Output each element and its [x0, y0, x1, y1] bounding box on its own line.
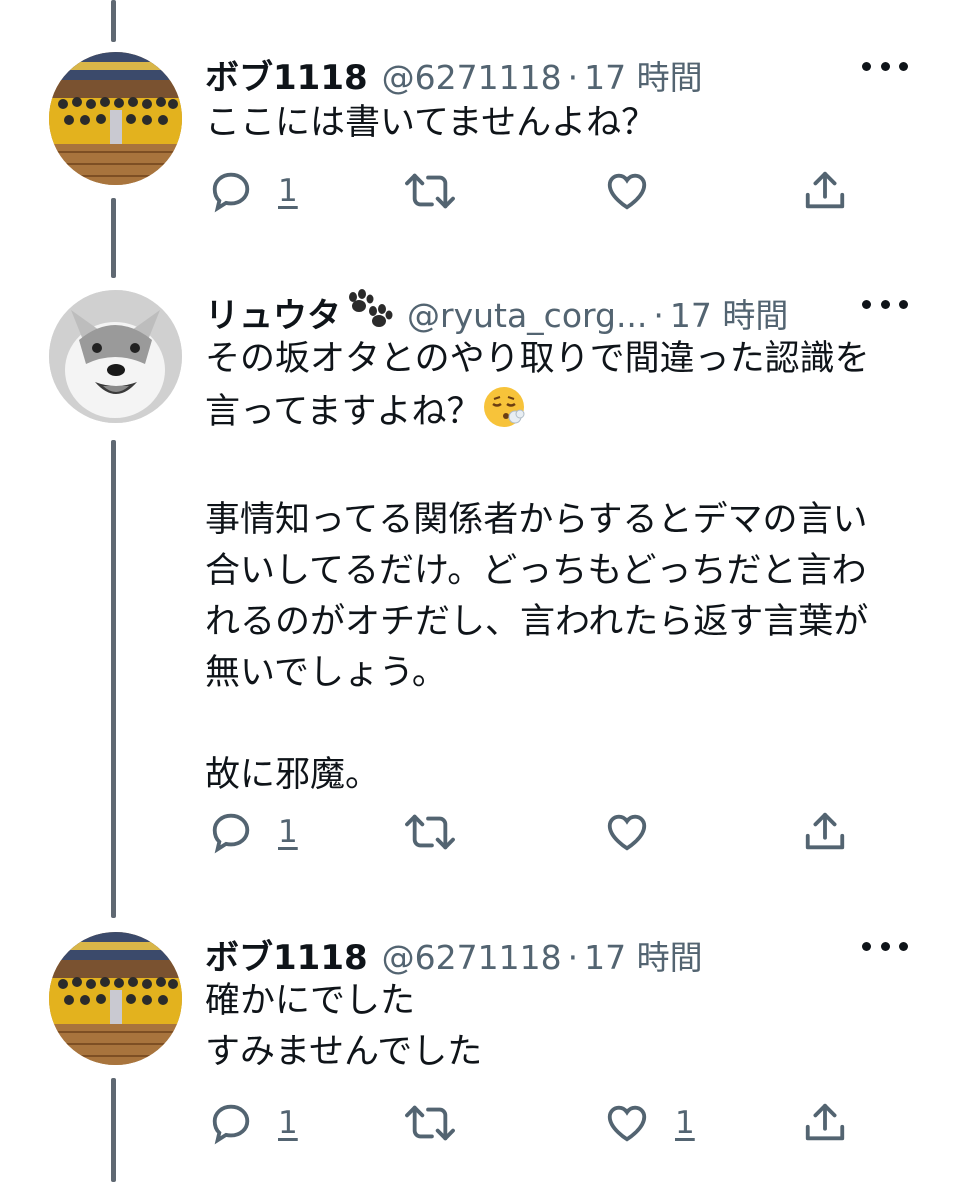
- separator-dot: ·: [567, 938, 579, 977]
- share-button[interactable]: [802, 168, 848, 214]
- action-bar: 1: [0, 809, 959, 859]
- retweet-button[interactable]: [403, 168, 457, 214]
- display-name[interactable]: リュウタ: [205, 288, 341, 337]
- tweet-text-paragraph: 事情知ってる関係者からするとデマの言い 合いしてるだけ。どっちもどっちだと言わ …: [205, 500, 869, 693]
- reply-button[interactable]: 1: [208, 809, 298, 855]
- separator-dot: ·: [653, 296, 664, 335]
- retweet-button[interactable]: [403, 1100, 457, 1146]
- more-icon[interactable]: [862, 56, 908, 76]
- timestamp[interactable]: 17 時間: [670, 289, 788, 337]
- action-bar: 1 1: [0, 1100, 959, 1150]
- user-handle[interactable]: @6271118: [382, 58, 562, 97]
- avatar[interactable]: [49, 290, 182, 423]
- timestamp[interactable]: 17 時間: [584, 51, 702, 99]
- share-button[interactable]: [802, 1100, 848, 1146]
- reply-count: 1: [278, 1105, 298, 1141]
- paw-emoji: [345, 289, 393, 331]
- retweet-icon: [405, 1105, 455, 1141]
- share-icon: [805, 171, 845, 209]
- share-icon: [805, 812, 845, 850]
- tweet-text-part: その坂オタとのやり取りで間違った認識を 言ってますよね？: [205, 339, 870, 432]
- tweet[interactable]: ボブ1118 @6271118 · 17 時間 ここには書いてませんよね？ 1: [0, 50, 959, 230]
- display-name[interactable]: ボブ1118: [205, 930, 368, 979]
- avatar[interactable]: [49, 52, 182, 185]
- like-icon: [607, 1105, 647, 1142]
- tweet-text-paragraph: 故に邪魔。: [205, 755, 381, 795]
- relieved-sweat-emoji: [482, 385, 526, 444]
- share-icon: [805, 1103, 845, 1141]
- separator-dot: ·: [567, 58, 579, 97]
- tweet-text: その坂オタとのやり取りで間違った認識を 言ってますよね？ 事情知ってる関係者から…: [205, 334, 870, 801]
- more-icon[interactable]: [862, 294, 908, 314]
- thread-line-top: [111, 0, 116, 42]
- reply-icon: [212, 1104, 250, 1145]
- tweet-text-spacer: [205, 699, 870, 750]
- reply-button[interactable]: 1: [208, 168, 298, 214]
- display-name[interactable]: ボブ1118: [205, 50, 368, 99]
- tweet-text: ここには書いてませんよね？: [205, 98, 656, 149]
- avatar[interactable]: [49, 932, 182, 1065]
- like-button[interactable]: 1: [603, 1100, 695, 1146]
- like-button[interactable]: [603, 809, 651, 855]
- user-handle[interactable]: @6271118: [382, 938, 562, 977]
- tweet-text-spacer: [205, 444, 870, 495]
- tweet-header: ボブ1118 @6271118 · 17 時間: [205, 930, 703, 978]
- retweet-icon: [405, 814, 455, 850]
- tweet-header: ボブ1118 @6271118 · 17 時間: [205, 50, 703, 98]
- like-icon: [607, 814, 647, 851]
- retweet-icon: [405, 173, 455, 209]
- like-count: 1: [675, 1105, 695, 1141]
- tweet-text: 確かにでした すみませんでした: [205, 976, 482, 1078]
- tweet-header: リュウタ @ryuta_corg... · 17 時間: [205, 288, 788, 336]
- share-button[interactable]: [802, 809, 848, 855]
- tweet-text-line: 確かにでした すみませんでした: [205, 981, 483, 1072]
- reply-count: 1: [278, 814, 298, 850]
- like-icon: [607, 173, 647, 210]
- timestamp[interactable]: 17 時間: [584, 931, 702, 979]
- reply-icon: [212, 172, 250, 213]
- tweet[interactable]: ボブ1118 @6271118 · 17 時間 確かにでした すみませんでした …: [0, 930, 959, 1182]
- tweet[interactable]: リュウタ @ryuta_corg... · 17 時間 その坂オタとのやり取りで…: [0, 288, 959, 868]
- user-handle[interactable]: @ryuta_corg...: [407, 296, 647, 335]
- reply-count: 1: [278, 173, 298, 209]
- action-bar: 1: [0, 168, 959, 218]
- more-icon[interactable]: [862, 936, 908, 956]
- tweet-text-line: ここには書いてませんよね？: [205, 103, 657, 143]
- reply-icon: [212, 813, 250, 854]
- tweet-text-line: その坂オタとのやり取りで間違った認識を 言ってますよね？: [205, 334, 870, 444]
- reply-button[interactable]: 1: [208, 1100, 298, 1146]
- retweet-button[interactable]: [403, 809, 457, 855]
- like-button[interactable]: [603, 168, 651, 214]
